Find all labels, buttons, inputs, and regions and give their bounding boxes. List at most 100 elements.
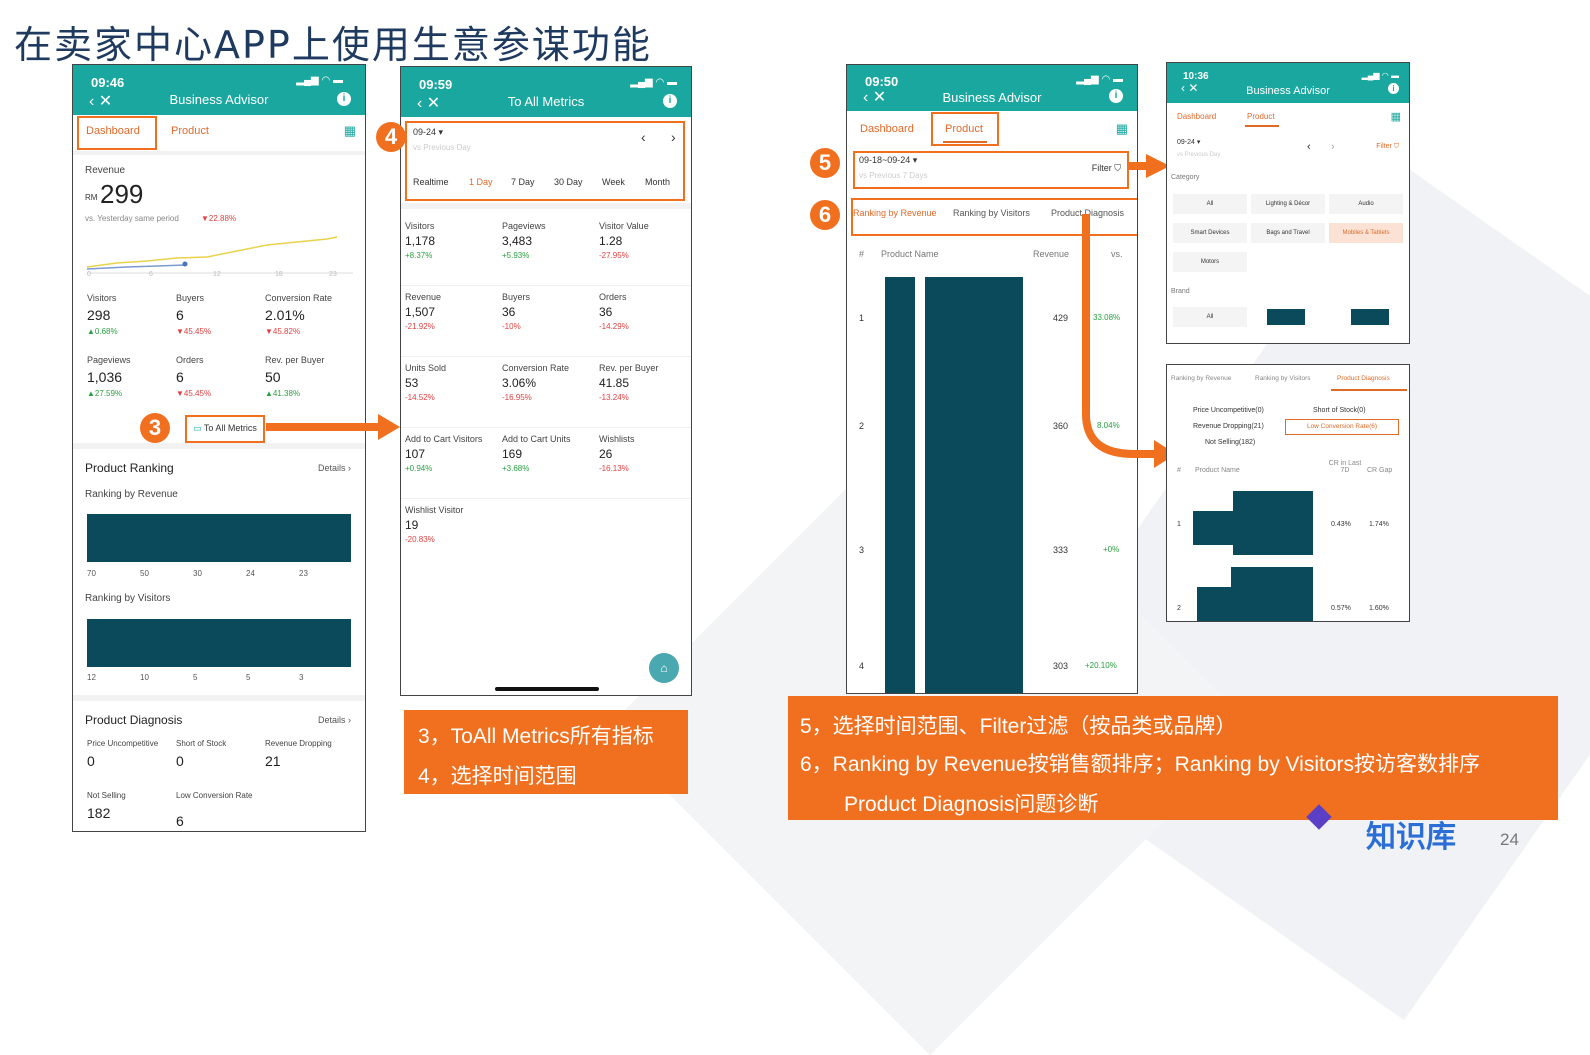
range-1day[interactable]: 1 Day <box>469 177 493 187</box>
filter-button[interactable]: Filter ⛉ <box>1092 163 1121 174</box>
cat-motors[interactable]: Motors <box>1173 252 1247 272</box>
rank-revenue-label: Ranking by Revenue <box>85 489 178 500</box>
tab-dashboard[interactable]: Dashboard <box>1177 112 1216 121</box>
slide-title: 在卖家中心APP上使用生意参谋功能 <box>14 23 652 67</box>
cat-lighting[interactable]: Lighting & Décor <box>1251 194 1325 214</box>
info-icon[interactable]: i <box>1388 83 1399 94</box>
brand-label: Brand <box>1171 288 1190 295</box>
metric-change: -10% <box>502 322 521 331</box>
details-link-ranking[interactable]: Details › <box>318 463 351 473</box>
tab-underline <box>943 141 987 143</box>
marker-3: 3 <box>140 413 170 443</box>
range-7day[interactable]: 7 Day <box>511 177 535 187</box>
phone-all-metrics: 09:59 ▂▄▆ ◠ ▬ ‹ ✕ To All Metrics i 09-24… <box>400 66 692 696</box>
home-icon[interactable]: ⌂ <box>649 653 679 683</box>
prev-date-icon[interactable]: ‹ <box>1307 141 1311 153</box>
info-icon[interactable]: i <box>663 94 677 108</box>
arrow-5 <box>1128 162 1148 170</box>
metric-label: Wishlists <box>599 434 635 444</box>
marker-5: 5 <box>810 148 840 178</box>
opt-stock[interactable]: Short of Stock(0) <box>1313 407 1366 414</box>
signal-icon: ▂▄▆ ◠ ▬ <box>1076 74 1123 85</box>
date-select[interactable]: 09-24 ▾ <box>1177 138 1200 146</box>
metric-value: 107 <box>405 447 426 461</box>
tab-product[interactable]: Product <box>1247 112 1275 121</box>
compare-text: vs Previous Day <box>413 143 471 152</box>
col-index: # <box>859 249 865 259</box>
opt-price[interactable]: Price Uncompetitive(0) <box>1193 407 1264 414</box>
revenue-value: 299 <box>100 179 144 209</box>
compare-text: vs Previous Day <box>1177 152 1221 158</box>
metric-label: Units Sold <box>405 363 447 373</box>
marker-6: 6 <box>810 200 840 230</box>
details-link-diagnosis[interactable]: Details › <box>318 715 351 725</box>
opt-not-selling[interactable]: Not Selling(182) <box>1205 439 1255 446</box>
date-select[interactable]: 09-18~09-24 ▾ <box>859 155 917 166</box>
cat-smart-devices[interactable]: Smart Devices <box>1173 223 1247 243</box>
range-month[interactable]: Month <box>645 177 670 187</box>
metric-value: 1,507 <box>405 305 436 319</box>
highlight-dashboard <box>77 116 157 150</box>
tab-ranking-revenue[interactable]: Ranking by Revenue <box>853 208 937 218</box>
metric-label: Buyers <box>502 292 531 302</box>
tab-product[interactable]: Product <box>171 125 209 137</box>
info-icon[interactable]: i <box>337 92 351 106</box>
cat-bags[interactable]: Bags and Travel <box>1251 223 1325 243</box>
col-revenue: Revenue <box>1033 249 1070 259</box>
range-week[interactable]: Week <box>602 177 625 187</box>
grid-icon[interactable]: ▦ <box>1116 121 1128 137</box>
tab-ranking-revenue[interactable]: Ranking by Revenue <box>1171 375 1231 382</box>
metric-value: 36 <box>599 305 613 319</box>
grid-icon[interactable]: ▦ <box>344 123 356 139</box>
filter-icon: ⛉ <box>1111 163 1121 173</box>
metric-label: Pageviews <box>502 221 546 231</box>
range-30day[interactable]: 30 Day <box>554 177 583 187</box>
tab-ranking-visitors[interactable]: Ranking by Visitors <box>953 208 1030 218</box>
metric-label: Orders <box>599 292 627 302</box>
prev-date-icon[interactable]: ‹ <box>641 129 646 145</box>
next-date-icon[interactable]: › <box>1331 141 1335 153</box>
revenue-trend-chart <box>87 236 353 274</box>
redacted-product-names <box>925 277 1023 693</box>
next-date-icon[interactable]: › <box>671 129 676 145</box>
grid-icon[interactable]: ▦ <box>1391 110 1401 123</box>
metric-value: 19 <box>405 518 419 532</box>
col-cr-gap: CR Gap <box>1367 467 1393 474</box>
col-cr: CR in Last 7D <box>1328 460 1362 474</box>
brand-all[interactable]: All <box>1173 307 1247 327</box>
redacted-products-visitors <box>87 619 351 667</box>
metric-value: 41.85 <box>599 376 630 390</box>
metric-label: Wishlist Visitor <box>405 505 464 515</box>
category-label: Category <box>1171 174 1200 181</box>
cat-audio[interactable]: Audio <box>1329 194 1403 214</box>
range-realtime[interactable]: Realtime <box>413 177 449 187</box>
metric-value: 1.28 <box>599 234 623 248</box>
metric-value: 53 <box>405 376 419 390</box>
callout-left: 3，ToAll Metrics所有指标 4，选择时间范围 <box>404 710 688 794</box>
tab-dashboard[interactable]: Dashboard <box>860 123 914 135</box>
cat-mobiles[interactable]: Mobiles & Tablets <box>1329 223 1403 243</box>
chart-icon: ▭ <box>193 423 204 433</box>
phone-filter: 10:36 ▂▄▆ ◠ ▬ ‹ ✕ Business Advisor i Das… <box>1166 62 1410 344</box>
signal-icon: ▂▄▆ ◠ ▬ <box>296 75 343 86</box>
metric-change: +3.68% <box>502 464 530 473</box>
metric-label: Conversion Rate <box>502 363 570 373</box>
tab-ranking-visitors[interactable]: Ranking by Visitors <box>1255 375 1311 382</box>
opt-revenue-dropping[interactable]: Revenue Dropping(21) <box>1193 423 1264 430</box>
cat-all[interactable]: All <box>1173 194 1247 214</box>
filter-button[interactable]: Filter ⛉ <box>1376 143 1399 151</box>
product-diagnosis-title: Product Diagnosis <box>85 713 183 727</box>
to-all-metrics-button[interactable]: ▭ To All Metrics <box>185 415 265 443</box>
divider <box>401 285 691 286</box>
callout-right: 5，选择时间范围、Filter过滤（按品类或品牌） 6，Ranking by R… <box>788 696 1558 820</box>
metric-change: -14.29% <box>599 322 629 331</box>
tab-product-diagnosis[interactable]: Product Diagnosis <box>1337 375 1390 382</box>
marker-4: 4 <box>376 122 406 152</box>
redacted-product-images <box>885 277 915 693</box>
info-icon[interactable]: i <box>1109 89 1123 103</box>
redacted-name <box>1231 567 1313 621</box>
phone-header: 10:36 ▂▄▆ ◠ ▬ ‹ ✕ Business Advisor i <box>1167 63 1409 103</box>
opt-low-conversion[interactable]: Low Conversion Rate(6) <box>1285 419 1399 435</box>
date-select[interactable]: 09-24 ▾ <box>413 127 443 138</box>
metric-label: Visitor Value <box>599 221 649 231</box>
